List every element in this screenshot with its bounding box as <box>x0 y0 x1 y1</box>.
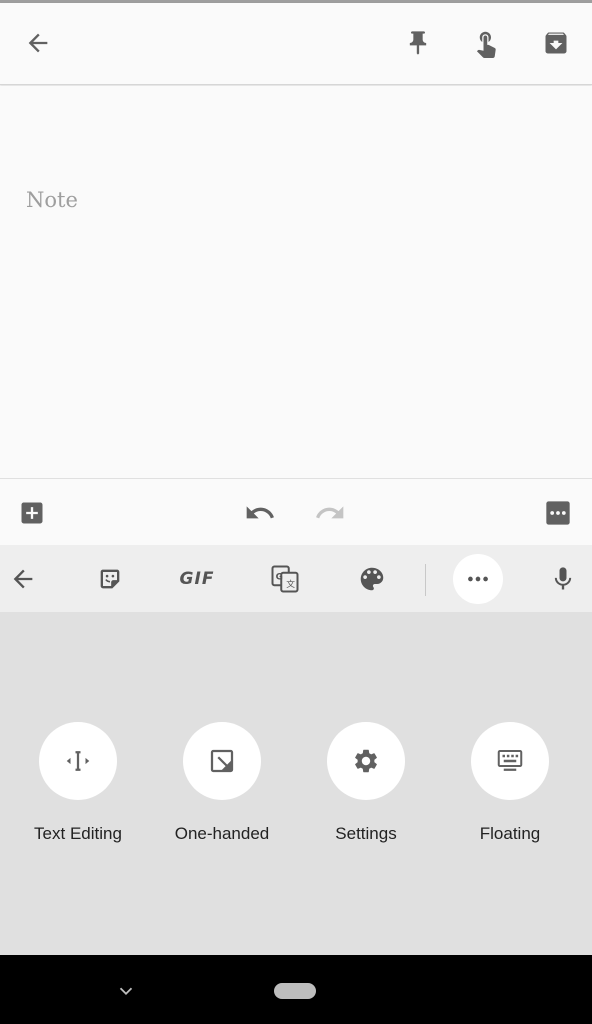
text-cursor-icon <box>66 751 90 771</box>
gif-label: GIF <box>179 569 215 589</box>
one-handed-button[interactable] <box>183 722 261 800</box>
keyboard-toolbar: GIF G 文 <box>0 545 592 612</box>
one-handed-label: One-handed <box>174 824 270 843</box>
text-editing-label: Text Editing <box>34 824 122 843</box>
svg-text:文: 文 <box>286 578 295 590</box>
app-bar <box>0 3 592 85</box>
archive-icon <box>545 32 567 54</box>
pin-icon <box>409 31 427 55</box>
svg-text:G: G <box>276 573 283 583</box>
one-handed-option[interactable]: One-handed <box>152 722 292 844</box>
text-editing-option[interactable]: Text Editing <box>8 722 148 844</box>
floating-button[interactable] <box>471 722 549 800</box>
more-horizontal-icon <box>468 576 488 582</box>
keyboard-back-button[interactable] <box>0 556 46 602</box>
voice-input-button[interactable] <box>540 556 586 602</box>
arrow-back-icon <box>28 33 48 53</box>
arrow-back-icon <box>13 569 33 589</box>
translate-icon: G 文 <box>271 565 299 593</box>
note-bottom-bar <box>0 478 592 545</box>
microphone-icon <box>554 567 572 590</box>
note-editor[interactable]: Note <box>0 86 592 478</box>
touch-reminder-icon <box>476 31 496 58</box>
nav-home-pill[interactable] <box>274 983 316 999</box>
floating-option[interactable]: Floating <box>440 722 580 844</box>
settings-button[interactable] <box>327 722 405 800</box>
settings-label: Settings <box>335 824 397 843</box>
floating-label: Floating <box>479 824 541 843</box>
add-content-button[interactable] <box>10 491 54 535</box>
undo-button[interactable] <box>238 491 282 535</box>
sticker-button[interactable] <box>87 556 133 602</box>
redo-button[interactable] <box>308 491 352 535</box>
nav-hide-keyboard-button[interactable] <box>112 977 140 1005</box>
reminder-button[interactable] <box>464 21 508 65</box>
translate-button[interactable]: G 文 <box>262 556 308 602</box>
add-box-icon <box>21 502 43 524</box>
pin-button[interactable] <box>396 21 440 65</box>
gear-icon <box>355 749 377 773</box>
keyboard-options-panel: Text Editing One-handed Settings Floatin… <box>0 612 592 955</box>
system-nav-bar <box>0 955 592 1024</box>
settings-option[interactable]: Settings <box>296 722 436 844</box>
sticker-icon <box>100 569 120 589</box>
theme-button[interactable] <box>349 556 395 602</box>
chevron-down-icon <box>119 987 133 996</box>
undo-icon <box>246 506 274 519</box>
gif-button[interactable]: GIF <box>172 556 222 602</box>
archive-button[interactable] <box>534 21 578 65</box>
more-horizontal-box-icon <box>546 501 570 525</box>
toolbar-divider <box>425 564 426 596</box>
back-button[interactable] <box>16 21 60 65</box>
more-options-button[interactable] <box>536 491 580 535</box>
redo-icon <box>316 506 344 519</box>
note-placeholder: Note <box>26 188 78 212</box>
keyboard-more-button[interactable] <box>453 554 503 604</box>
palette-icon <box>360 567 384 591</box>
text-editing-button[interactable] <box>39 722 117 800</box>
floating-keyboard-icon <box>497 750 523 771</box>
one-handed-icon <box>210 749 234 773</box>
